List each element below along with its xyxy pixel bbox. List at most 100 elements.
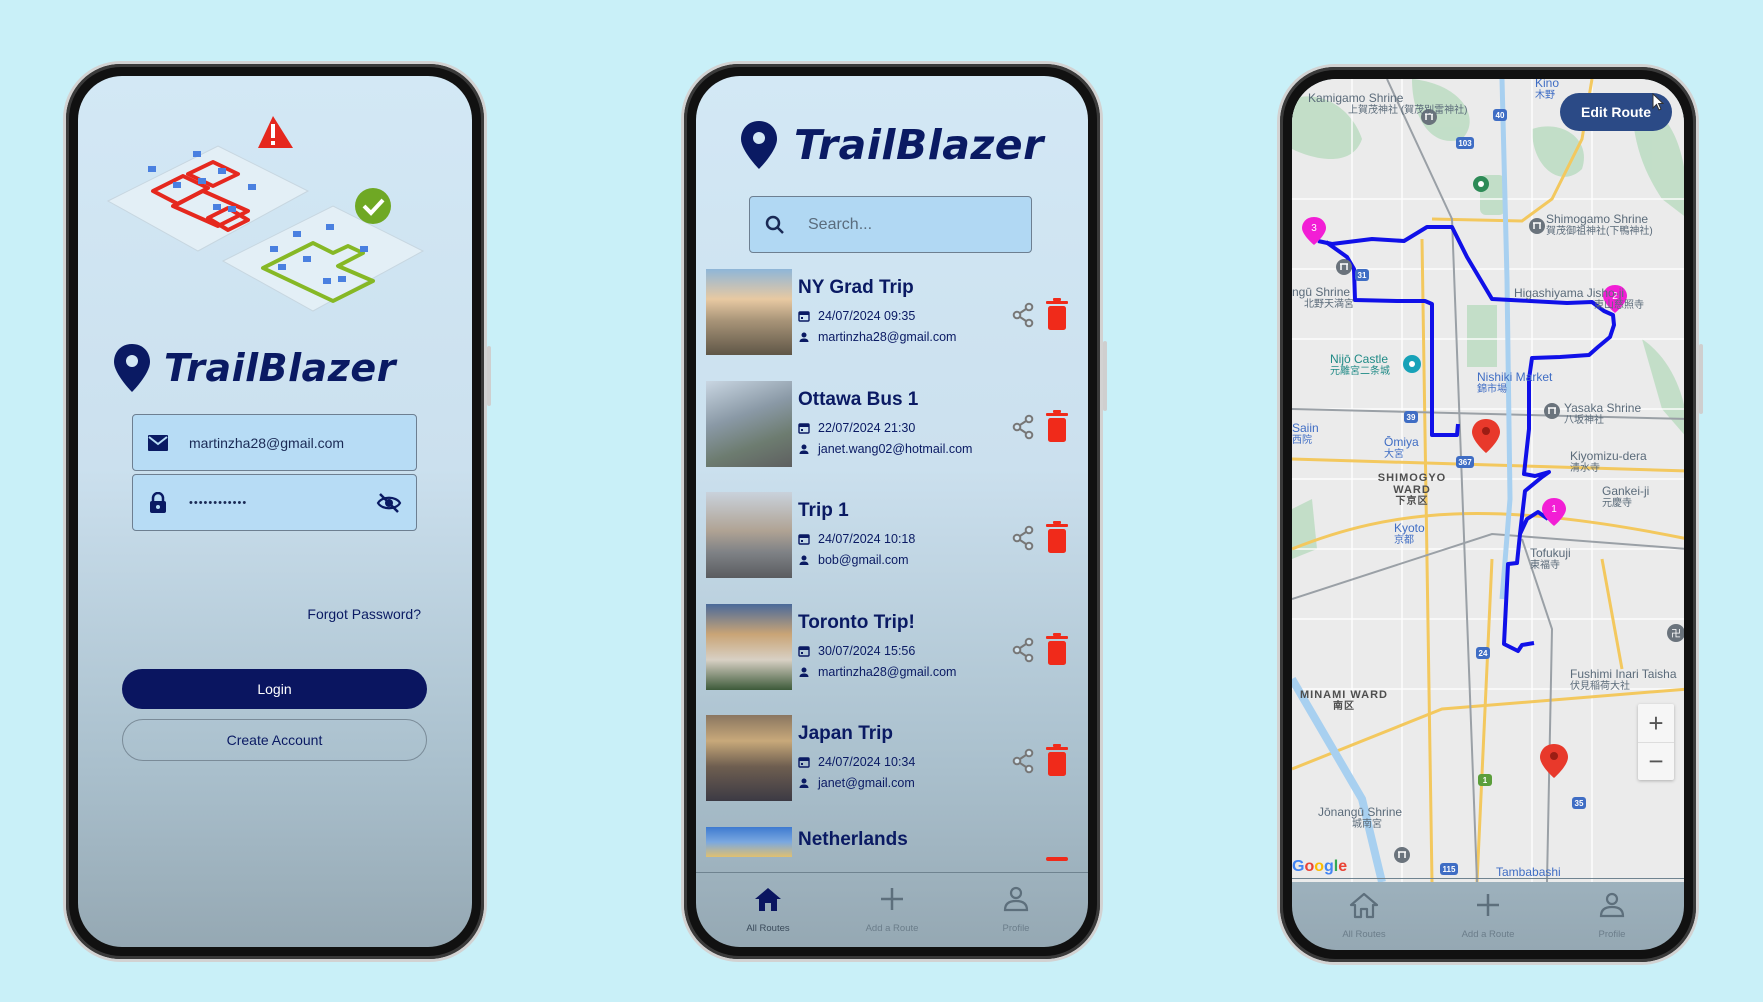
delete-icon[interactable]	[1046, 298, 1068, 330]
nav-label: All Routes	[1342, 929, 1386, 940]
nav-all-routes[interactable]: All Routes	[1309, 879, 1419, 940]
route-list-item[interactable]: Netherlands	[706, 826, 1076, 867]
phone-routes-screen: TrailBlazer Search... NY Grad Trip 24/07/…	[681, 61, 1107, 962]
nav-label: All Routes	[746, 923, 790, 934]
map-canvas[interactable]: 40 103 31 39 367 24 1 35 115 卍 3 2 1	[1292, 79, 1684, 882]
map-label: Kyoto 京都	[1394, 521, 1425, 547]
ward-label: MINAMI WARD 南区	[1300, 689, 1388, 713]
zoom-out-button[interactable]: −	[1638, 742, 1674, 780]
routes-screen: TrailBlazer Search... NY Grad Trip 24/07/…	[696, 76, 1088, 947]
road-shield-label: 24	[1479, 649, 1488, 658]
delete-icon[interactable]	[1046, 409, 1068, 442]
create-account-button[interactable]: Create Account	[122, 719, 427, 761]
person-icon	[799, 667, 809, 677]
road-shield-label: 40	[1496, 111, 1505, 120]
phone-map-screen: 40 103 31 39 367 24 1 35 115 卍 3 2 1 Kam…	[1277, 64, 1703, 965]
map-label: Kino 木野	[1535, 79, 1560, 102]
share-icon[interactable]	[1011, 414, 1035, 440]
nav-add-a-route[interactable]: Add a Route	[837, 873, 947, 934]
delete-icon[interactable]	[1046, 521, 1068, 553]
route-thumbnail	[706, 826, 792, 857]
email-field[interactable]: martinzha28@gmail.com	[132, 414, 417, 471]
route-thumbnail	[706, 603, 792, 690]
search-input[interactable]: Search...	[749, 196, 1032, 253]
route-list-item[interactable]: Ottawa Bus 1 22/07/2024 21:30 janet.wang02…	[706, 380, 1076, 469]
map-label: Ōmiya 大宮	[1384, 435, 1419, 461]
road-shield-label: 367	[1458, 458, 1472, 467]
map-label: Shimogamo Shrine 賀茂御祖神社(下鴨神社)	[1546, 212, 1653, 238]
shrine-icon	[1336, 259, 1352, 275]
route-owner: janet@gmail.com	[798, 776, 915, 790]
share-icon[interactable]	[1011, 748, 1035, 774]
nav-profile[interactable]: Profile	[1557, 879, 1667, 940]
share-icon[interactable]	[1011, 525, 1035, 551]
phone-side-button	[1699, 344, 1703, 414]
person-icon	[799, 444, 809, 454]
route-title[interactable]: Japan Trip	[798, 723, 893, 745]
password-value[interactable]: ••••••••••••	[189, 497, 376, 509]
map-label: ngū Shrine 北野天満宮	[1292, 285, 1354, 311]
route-optimization-illustration	[106, 116, 425, 312]
route-thumbnail	[706, 269, 792, 355]
nav-label: Profile	[1002, 923, 1030, 934]
visibility-off-icon[interactable]	[376, 492, 402, 514]
route-date: 24/07/2024 10:18	[798, 532, 915, 546]
app-name: TrailBlazer	[164, 346, 396, 390]
login-button[interactable]: Login	[122, 669, 427, 709]
route-map[interactable]: 40 103 31 39 367 24 1 35 115 卍 3 2 1 Kam…	[1292, 79, 1684, 882]
ward-label: SHIMOGYO WARD 下京区	[1377, 472, 1447, 508]
shrine-icon	[1529, 218, 1545, 234]
calendar-icon	[798, 645, 810, 657]
waypoint-marker-1: 1	[1542, 498, 1566, 526]
home-icon	[755, 888, 781, 911]
home-outline-icon	[1349, 892, 1379, 919]
phone-bezel: TrailBlazer martinzha28@gmail.com ••••••…	[66, 64, 484, 959]
person-icon	[799, 778, 809, 788]
map-label: Gankei-ji 元慶寺	[1602, 484, 1650, 510]
password-field[interactable]: ••••••••••••	[132, 474, 417, 531]
forgot-password-link[interactable]: Forgot Password?	[307, 606, 421, 622]
nav-profile[interactable]: Profile	[961, 873, 1071, 934]
route-list-item[interactable]: Japan Trip 24/07/2024 10:34 janet@gmail.co…	[706, 715, 1076, 803]
search-placeholder: Search...	[808, 215, 873, 233]
route-title[interactable]: Ottawa Bus 1	[798, 389, 918, 411]
road-shield-label: 115	[1443, 865, 1456, 874]
route-title[interactable]: Trip 1	[798, 500, 849, 522]
route-list-item[interactable]: Toronto Trip! 30/07/2024 15:56 martinzha28…	[706, 603, 1076, 692]
location-pin-icon	[114, 344, 150, 392]
route-title[interactable]: Netherlands	[798, 829, 908, 851]
nav-label: Add a Route	[1461, 929, 1515, 940]
route-owner: martinzha28@gmail.com	[798, 665, 956, 679]
route-list-item[interactable]: Trip 1 24/07/2024 10:18 bob@gmail.com	[706, 492, 1076, 580]
map-label: Nijō Castle 元離宮二条城	[1330, 352, 1390, 378]
delete-icon[interactable]	[1046, 856, 1068, 863]
calendar-icon	[798, 534, 810, 545]
road-shield-label: 39	[1407, 413, 1416, 422]
email-value[interactable]: martinzha28@gmail.com	[189, 435, 416, 451]
route-title[interactable]: Toronto Trip!	[798, 612, 915, 634]
share-icon[interactable]	[1011, 637, 1035, 663]
app-logo: TrailBlazer	[112, 342, 396, 394]
park-icon	[1473, 176, 1489, 192]
map-label: Saiin 西院	[1292, 421, 1319, 447]
delete-icon[interactable]	[1046, 744, 1068, 776]
zoom-in-button[interactable]: +	[1638, 704, 1674, 742]
nav-all-routes[interactable]: All Routes	[713, 873, 823, 934]
phone-bezel: 40 103 31 39 367 24 1 35 115 卍 3 2 1 Kam…	[1280, 67, 1696, 962]
route-title[interactable]: NY Grad Trip	[798, 277, 914, 299]
waypoint-label: 1	[1551, 504, 1557, 515]
delete-icon[interactable]	[1046, 632, 1068, 665]
phone-login-screen: TrailBlazer martinzha28@gmail.com ••••••…	[63, 61, 491, 962]
phone-bezel: TrailBlazer Search... NY Grad Trip 24/07/…	[684, 64, 1100, 959]
google-attribution: Google	[1292, 858, 1348, 875]
nav-add-a-route[interactable]: Add a Route	[1433, 879, 1543, 940]
waypoint-label: 3	[1311, 223, 1317, 234]
route-list-item[interactable]: NY Grad Trip 24/07/2024 09:35 martinzha28@…	[706, 269, 1076, 357]
phone-side-button	[1103, 341, 1107, 411]
map-screen: 40 103 31 39 367 24 1 35 115 卍 3 2 1 Kam…	[1292, 79, 1684, 950]
share-icon[interactable]	[1011, 302, 1035, 328]
route-date: 24/07/2024 10:34	[798, 755, 915, 769]
route-thumbnail	[706, 492, 792, 578]
route-list[interactable]: NY Grad Trip 24/07/2024 09:35 martinzha28@…	[696, 269, 1088, 866]
app-name: TrailBlazer	[794, 121, 1044, 169]
